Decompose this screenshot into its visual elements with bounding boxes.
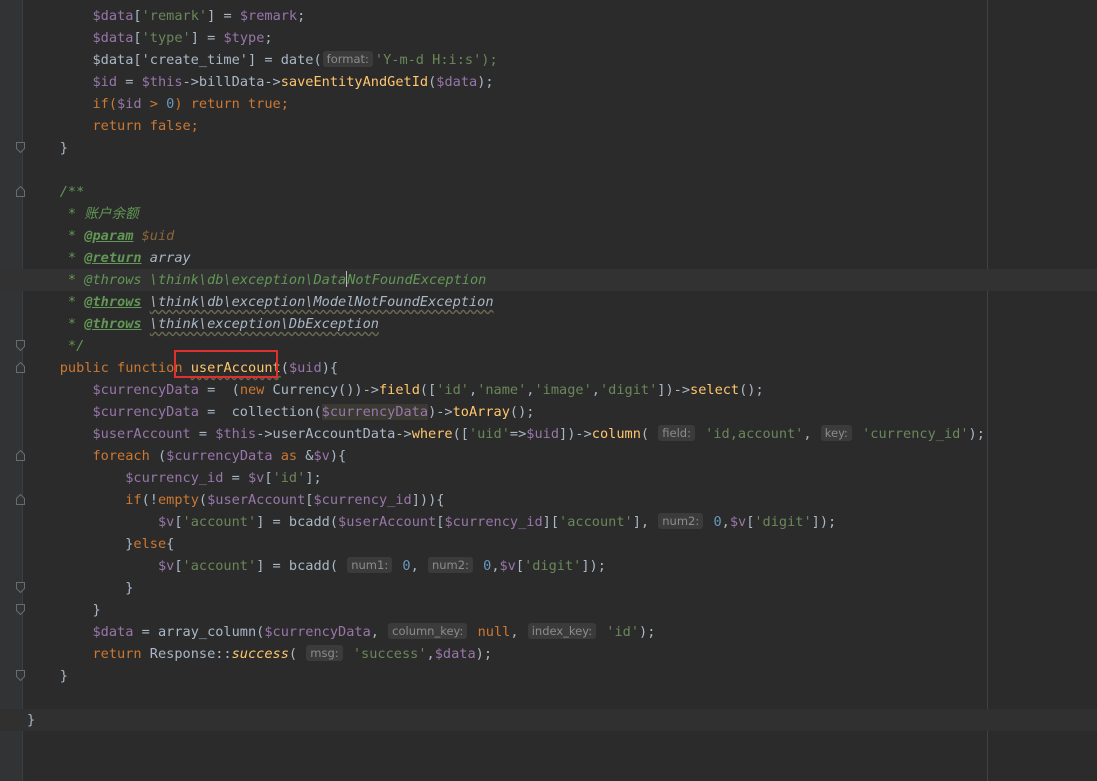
code-line-text: } xyxy=(27,602,101,618)
code-line-text: $data = array_column($currencyData, colu… xyxy=(92,623,656,640)
code-line[interactable]: $currencyData = (new Currency())->field(… xyxy=(0,379,1097,401)
code-line[interactable]: $v['account'] = bcadd( num1: 0, num2: 0,… xyxy=(0,555,1097,577)
code-line-text: 'Y-m-d H:i:s'); xyxy=(374,52,498,68)
code-line[interactable]: } xyxy=(0,599,1097,621)
code-line-text: $currencyData = collection($currencyData… xyxy=(92,404,535,420)
code-line-text: } xyxy=(27,140,68,156)
code-line-text: * @return array xyxy=(27,250,191,266)
code-line[interactable]: $userAccount = $this->userAccountData->w… xyxy=(0,423,1097,445)
code-line[interactable]: } xyxy=(0,137,1097,159)
code-line-text: $data['remark'] = $remark; xyxy=(92,8,306,24)
code-line-text: foreach ($currencyData as &$v){ xyxy=(92,448,347,464)
doc-comment-line[interactable]: /** xyxy=(0,181,1097,203)
code-line[interactable]: $data = array_column($currencyData, colu… xyxy=(0,621,1097,643)
code-line[interactable]: $data['create_time'] = date(format: 'Y-m-… xyxy=(0,49,1097,71)
code-line-text: * @param $uid xyxy=(27,228,175,244)
code-editor[interactable]: $data['remark'] = $remark; $data['type']… xyxy=(0,0,1097,781)
code-line-text: * @throws \think\db\exception\DataNotFou… xyxy=(27,271,487,288)
code-line[interactable]: } xyxy=(0,709,1097,731)
code-line[interactable]: $currencyData = collection($currencyData… xyxy=(0,401,1097,423)
doc-comment-line-current[interactable]: * @throws \think\db\exception\DataNotFou… xyxy=(0,269,1097,291)
code-line[interactable]: return false; xyxy=(0,115,1097,137)
code-line[interactable]: if($id > 0) return true; xyxy=(0,93,1097,115)
code-line-text: /** xyxy=(27,184,85,200)
code-line-text: $data['type'] = $type; xyxy=(92,30,273,46)
code-line-text: $id = $this->billData->saveEntityAndGetI… xyxy=(92,74,494,90)
code-line[interactable]: } xyxy=(0,577,1097,599)
code-line-text: } xyxy=(27,668,68,684)
code-line-text: return Response::success( msg: 'success'… xyxy=(92,645,493,662)
code-line-text: if(!empty($userAccount[$currency_id])){ xyxy=(125,492,445,508)
code-line-text: * 账户余额 xyxy=(27,206,139,222)
doc-comment-line[interactable]: * @throws \think\db\exception\ModelNotFo… xyxy=(0,291,1097,313)
code-line-text: */ xyxy=(27,338,85,354)
text-caret xyxy=(346,271,348,287)
code-line[interactable]: $data['remark'] = $remark; xyxy=(0,5,1097,27)
code-line-text: $v['account'] = bcadd( num1: 0, num2: 0,… xyxy=(157,557,606,574)
doc-comment-line[interactable]: */ xyxy=(0,335,1097,357)
parameter-hint-format: format: xyxy=(322,51,373,67)
function-declaration-line[interactable]: public function userAccount($uid){ xyxy=(0,357,1097,379)
code-line[interactable]: $currency_id = $v['id']; xyxy=(0,467,1097,489)
code-line-text: return false; xyxy=(27,118,199,134)
code-line-text: * @throws \think\exception\DbException xyxy=(27,316,379,332)
code-line-text: $data['create_time'] = date( xyxy=(27,52,322,68)
code-line[interactable]: $v['account'] = bcadd($userAccount[$curr… xyxy=(0,511,1097,533)
code-line-text: }else{ xyxy=(27,536,175,552)
code-line-text: * @throws \think\db\exception\ModelNotFo… xyxy=(27,294,494,310)
doc-comment-line[interactable]: * @param $uid xyxy=(0,225,1097,247)
highlight-box-userAccount xyxy=(174,350,278,378)
code-line-text: } xyxy=(27,712,36,728)
code-line[interactable]: } xyxy=(0,665,1097,687)
code-line[interactable]: $data['type'] = $type; xyxy=(0,27,1097,49)
code-line-text: $v['account'] = bcadd($userAccount[$curr… xyxy=(157,513,837,530)
code-line-text: $userAccount = $this->userAccountData->w… xyxy=(92,425,985,442)
code-line[interactable]: if(!empty($userAccount[$currency_id])){ xyxy=(0,489,1097,511)
doc-comment-line[interactable]: * @throws \think\exception\DbException xyxy=(0,313,1097,335)
doc-comment-line[interactable]: * @return array xyxy=(0,247,1097,269)
code-line[interactable]: foreach ($currencyData as &$v){ xyxy=(0,445,1097,467)
code-line-text: } xyxy=(27,580,134,596)
code-line[interactable]: return Response::success( msg: 'success'… xyxy=(0,643,1097,665)
code-line-text: if($id > 0) return true; xyxy=(27,96,289,112)
code-line-text: $currency_id = $v['id']; xyxy=(125,470,322,486)
code-line[interactable]: }else{ xyxy=(0,533,1097,555)
code-line-text: $currencyData = (new Currency())->field(… xyxy=(92,382,764,398)
code-line[interactable]: $id = $this->billData->saveEntityAndGetI… xyxy=(0,71,1097,93)
doc-comment-line[interactable]: * 账户余额 xyxy=(0,203,1097,225)
